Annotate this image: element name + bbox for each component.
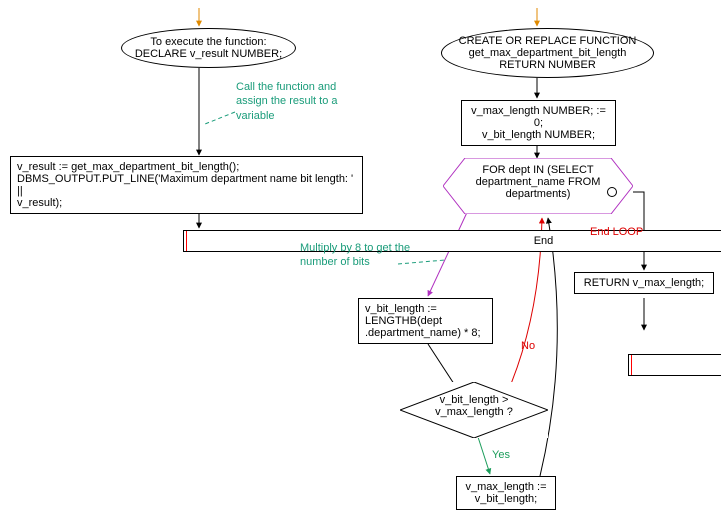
yes-label: Yes: [492, 449, 510, 461]
left-end-text: End: [534, 235, 554, 247]
for-loop-text: FOR dept IN (SELECT department_name FROM…: [461, 164, 615, 208]
calc-rect: v_bit_length := LENGTHB(dept .department…: [358, 298, 493, 344]
right-start-text: CREATE OR REPLACE FUNCTION get_max_depar…: [459, 35, 637, 71]
right-start-ellipse: CREATE OR REPLACE FUNCTION get_max_depar…: [441, 28, 654, 78]
comment-call-function: Call the function and assign the result …: [236, 80, 376, 123]
comment-multiply: Multiply by 8 to get the number of bits: [300, 241, 440, 270]
left-start-text: To execute the function: DECLARE v_resul…: [135, 36, 282, 60]
right-end-box: End: [628, 354, 721, 376]
left-start-ellipse: To execute the function: DECLARE v_resul…: [121, 28, 296, 68]
decision-diamond: v_bit_length > v_max_length ?: [400, 382, 548, 438]
end-loop-label: End LOOP: [590, 226, 643, 238]
declare-rect: v_max_length NUMBER; := 0; v_bit_length …: [461, 100, 616, 146]
left-body-rect: v_result := get_max_department_bit_lengt…: [10, 156, 363, 214]
loop-exit-marker: [607, 187, 617, 197]
assign-rect: v_max_length := v_bit_length;: [456, 476, 556, 510]
no-label: No: [521, 340, 535, 352]
for-loop-hexagon: FOR dept IN (SELECT department_name FROM…: [443, 158, 633, 214]
decision-text: v_bit_length > v_max_length ?: [418, 394, 530, 426]
return-rect: RETURN v_max_length;: [574, 272, 714, 294]
